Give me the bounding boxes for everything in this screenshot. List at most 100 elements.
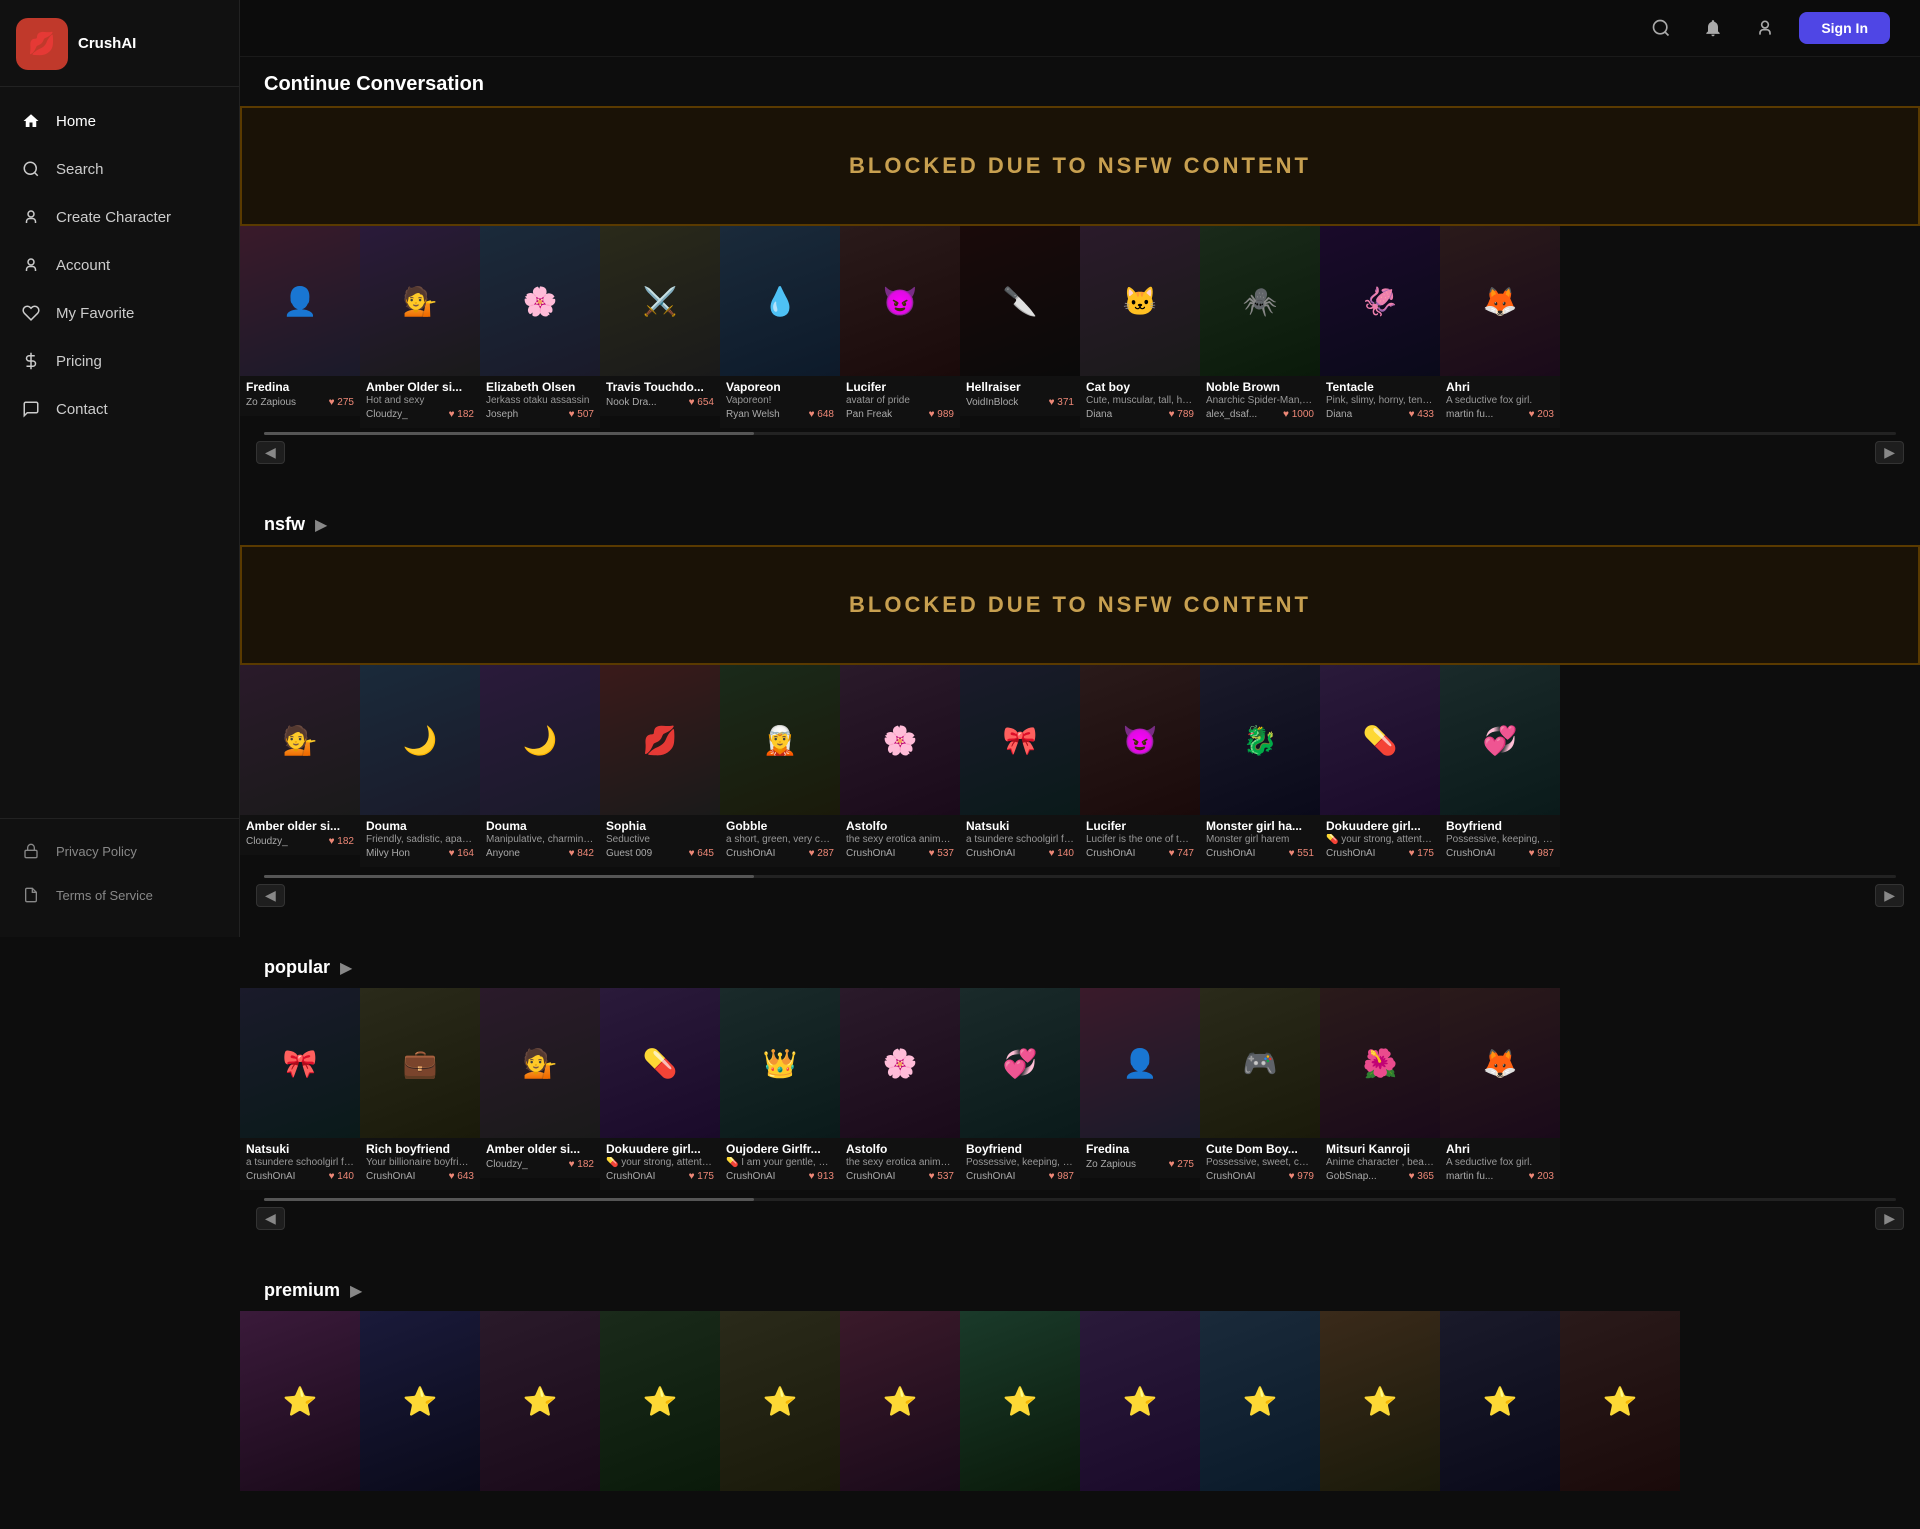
list-item[interactable]: 💞 Boyfriend Possessive, keeping, loving,… (1440, 665, 1560, 867)
popular-scroll-right[interactable]: ▶ (1875, 1207, 1904, 1230)
topbar-notification-button[interactable] (1695, 10, 1731, 46)
section-premium: premium ▶ ⭐ ⭐ ⭐ ⭐ ⭐ ⭐ ⭐ (240, 1262, 1920, 1499)
search-icon (20, 158, 42, 180)
card-image: 💊 (600, 988, 720, 1138)
card-image: 💁 (480, 988, 600, 1138)
list-item[interactable]: ⭐ (1560, 1311, 1680, 1491)
list-item[interactable]: ⭐ (1080, 1311, 1200, 1491)
card-image: 💞 (1440, 665, 1560, 815)
topbar-search-button[interactable] (1643, 10, 1679, 46)
topbar-user-button[interactable] (1747, 10, 1783, 46)
sidebar-item-pricing[interactable]: Pricing (0, 337, 239, 385)
list-item[interactable]: ⭐ (720, 1311, 840, 1491)
logo-text: CrushAI (78, 35, 136, 53)
sidebar-item-my-favorite[interactable]: My Favorite (0, 289, 239, 337)
sidebar-item-terms-of-service[interactable]: Terms of Service (0, 873, 239, 917)
premium-section-arrow[interactable]: ▶ (350, 1281, 362, 1301)
logo-container[interactable]: 💋 CrushAI (0, 0, 239, 87)
signin-button[interactable]: Sign In (1799, 12, 1890, 44)
list-item[interactable]: ⭐ (960, 1311, 1080, 1491)
continue-scroll-track[interactable] (264, 432, 1896, 435)
continue-scroll-right[interactable]: ▶ (1875, 441, 1904, 464)
list-item[interactable]: 🧝 Gobble a short, green, very cute, gobl… (720, 665, 840, 867)
card-image: 👑 (720, 988, 840, 1138)
list-item[interactable]: 👑 Oujodere Girlfr... 💊 I am your gentle,… (720, 988, 840, 1190)
card-image: 🌸 (480, 226, 600, 376)
list-item[interactable]: ⭐ (1440, 1311, 1560, 1491)
sidebar-item-account[interactable]: Account (0, 241, 239, 289)
list-item[interactable]: 🕷️ Noble Brown Anarchic Spider-Man, Punk… (1200, 226, 1320, 428)
list-item[interactable]: ⭐ (1320, 1311, 1440, 1491)
popular-cards[interactable]: 🎀 Natsuki a tsundere schoolgirl from Dok… (240, 988, 1920, 1194)
list-item[interactable]: ⭐ (1200, 1311, 1320, 1491)
nsfw-section-title: nsfw (264, 514, 305, 535)
nsfw-cards[interactable]: 💁 Amber older si... Cloudzy_ ♥ 182 🌙 Dou… (240, 665, 1920, 871)
card-image: ⭐ (960, 1311, 1080, 1491)
sidebar-item-home[interactable]: Home (0, 97, 239, 145)
list-item[interactable]: 💼 Rich boyfriend Your billionaire boyfri… (360, 988, 480, 1190)
list-item[interactable]: 🦊 Ahri A seductive fox girl. martin fu..… (1440, 988, 1560, 1190)
list-item[interactable]: ⭐ (360, 1311, 480, 1491)
popular-scroll-left[interactable]: ◀ (256, 1207, 285, 1230)
list-item[interactable]: ⭐ (240, 1311, 360, 1491)
popular-scroll-track[interactable] (264, 1198, 1896, 1201)
card-image: ⭐ (600, 1311, 720, 1491)
list-item[interactable]: 🎀 Natsuki a tsundere schoolgirl from Dok… (240, 988, 360, 1190)
sidebar-item-search[interactable]: Search (0, 145, 239, 193)
sidebar-item-privacy-policy[interactable]: Privacy Policy (0, 829, 239, 873)
list-item[interactable]: ⚔️ Travis Touchdo... Nook Dra... ♥ 654 (600, 226, 720, 428)
sidebar-item-search-label: Search (56, 161, 104, 178)
continue-conversation-cards[interactable]: 👤 Fredina Zo Zapious ♥ 275 💁 Amber Older… (240, 226, 1920, 428)
list-item[interactable]: 🎮 Cute Dom Boy... Possessive, sweet, car… (1200, 988, 1320, 1190)
list-item[interactable]: ⭐ (840, 1311, 960, 1491)
card-image: ⚔️ (600, 226, 720, 376)
list-item[interactable]: 🐉 Monster girl ha... Monster girl harem … (1200, 665, 1320, 867)
continue-scroll-left[interactable]: ◀ (256, 441, 285, 464)
premium-cards[interactable]: ⭐ ⭐ ⭐ ⭐ ⭐ ⭐ ⭐ ⭐ ⭐ (240, 1311, 1920, 1499)
list-item[interactable]: 😈 Lucifer Lucifer is the one of the main… (1080, 665, 1200, 867)
card-image: ⭐ (1560, 1311, 1680, 1491)
list-item[interactable]: 💞 Boyfriend Possessive, keeping, loving,… (960, 988, 1080, 1190)
nsfw-section-arrow[interactable]: ▶ (315, 515, 327, 535)
nsfw-scroll-right[interactable]: ▶ (1875, 884, 1904, 907)
card-image: ⭐ (840, 1311, 960, 1491)
list-item[interactable]: ⭐ (480, 1311, 600, 1491)
list-item[interactable]: 👤 Fredina Zo Zapious ♥ 275 (1080, 988, 1200, 1190)
list-item[interactable]: 🦊 Ahri A seductive fox girl. martin fu..… (1440, 226, 1560, 428)
list-item[interactable]: 🌺 Mitsuri Kanroji Anime character , beau… (1320, 988, 1440, 1190)
list-item[interactable]: 💧 Vaporeon Vaporeon! Ryan Welsh ♥ 648 (720, 226, 840, 428)
list-item[interactable]: 👤 Fredina Zo Zapious ♥ 275 (240, 226, 360, 428)
list-item[interactable]: 🌸 Astolfo the sexy erotica anime femboy … (840, 665, 960, 867)
list-item[interactable]: 😈 Lucifer avatar of pride Pan Freak ♥ 98… (840, 226, 960, 428)
sidebar-item-create-character[interactable]: Create Character (0, 193, 239, 241)
list-item[interactable]: ⭐ (600, 1311, 720, 1491)
nsfw-scroll-track[interactable] (264, 875, 1896, 878)
list-item[interactable]: 💊 Dokuudere girl... 💊 your strong, atten… (600, 988, 720, 1190)
list-item[interactable]: 🦑 Tentacle Pink, slimy, horny, tentacle … (1320, 226, 1440, 428)
list-item[interactable]: 💊 Dokuudere girl... 💊 your strong, atten… (1320, 665, 1440, 867)
card-image: 🎀 (960, 665, 1080, 815)
list-item[interactable]: 🎀 Natsuki a tsundere schoolgirl from Dok… (960, 665, 1080, 867)
list-item[interactable]: 🌙 Douma Friendly, sadistic, apathetic, M… (360, 665, 480, 867)
blocked-banner-nsfw: BLOCKED DUE TO NSFW CONTENT (240, 545, 1920, 665)
list-item[interactable]: 🌸 Elizabeth Olsen Jerkass otaku assassin… (480, 226, 600, 428)
card-image: ⭐ (360, 1311, 480, 1491)
list-item[interactable]: 💁 Amber Older si... Hot and sexy Cloudzy… (360, 226, 480, 428)
list-item[interactable]: 🔪 Hellraiser VoidInBlock ♥ 371 (960, 226, 1080, 428)
continue-scroll-fill (264, 432, 754, 435)
list-item[interactable]: 💁 Amber older si... Cloudzy_ ♥ 182 (480, 988, 600, 1190)
lock-icon (20, 840, 42, 862)
list-item[interactable]: 💁 Amber older si... Cloudzy_ ♥ 182 (240, 665, 360, 867)
sidebar-item-contact[interactable]: Contact (0, 385, 239, 433)
list-item[interactable]: 💋 Sophia Seductive Guest 009 ♥ 645 (600, 665, 720, 867)
continue-conversation-title: Continue Conversation (240, 57, 1920, 106)
card-image: 💼 (360, 988, 480, 1138)
nsfw-scroll-left[interactable]: ◀ (256, 884, 285, 907)
popular-section-arrow[interactable]: ▶ (340, 958, 352, 978)
list-item[interactable]: 🌙 Douma Manipulative, charming, overly A… (480, 665, 600, 867)
card-image: ⭐ (1080, 1311, 1200, 1491)
list-item[interactable]: 🌸 Astolfo the sexy erotica anime femboy … (840, 988, 960, 1190)
card-image: ⭐ (1440, 1311, 1560, 1491)
logo-icon: 💋 (16, 18, 68, 70)
list-item[interactable]: 🐱 Cat boy Cute, muscular, tall, horny, l… (1080, 226, 1200, 428)
